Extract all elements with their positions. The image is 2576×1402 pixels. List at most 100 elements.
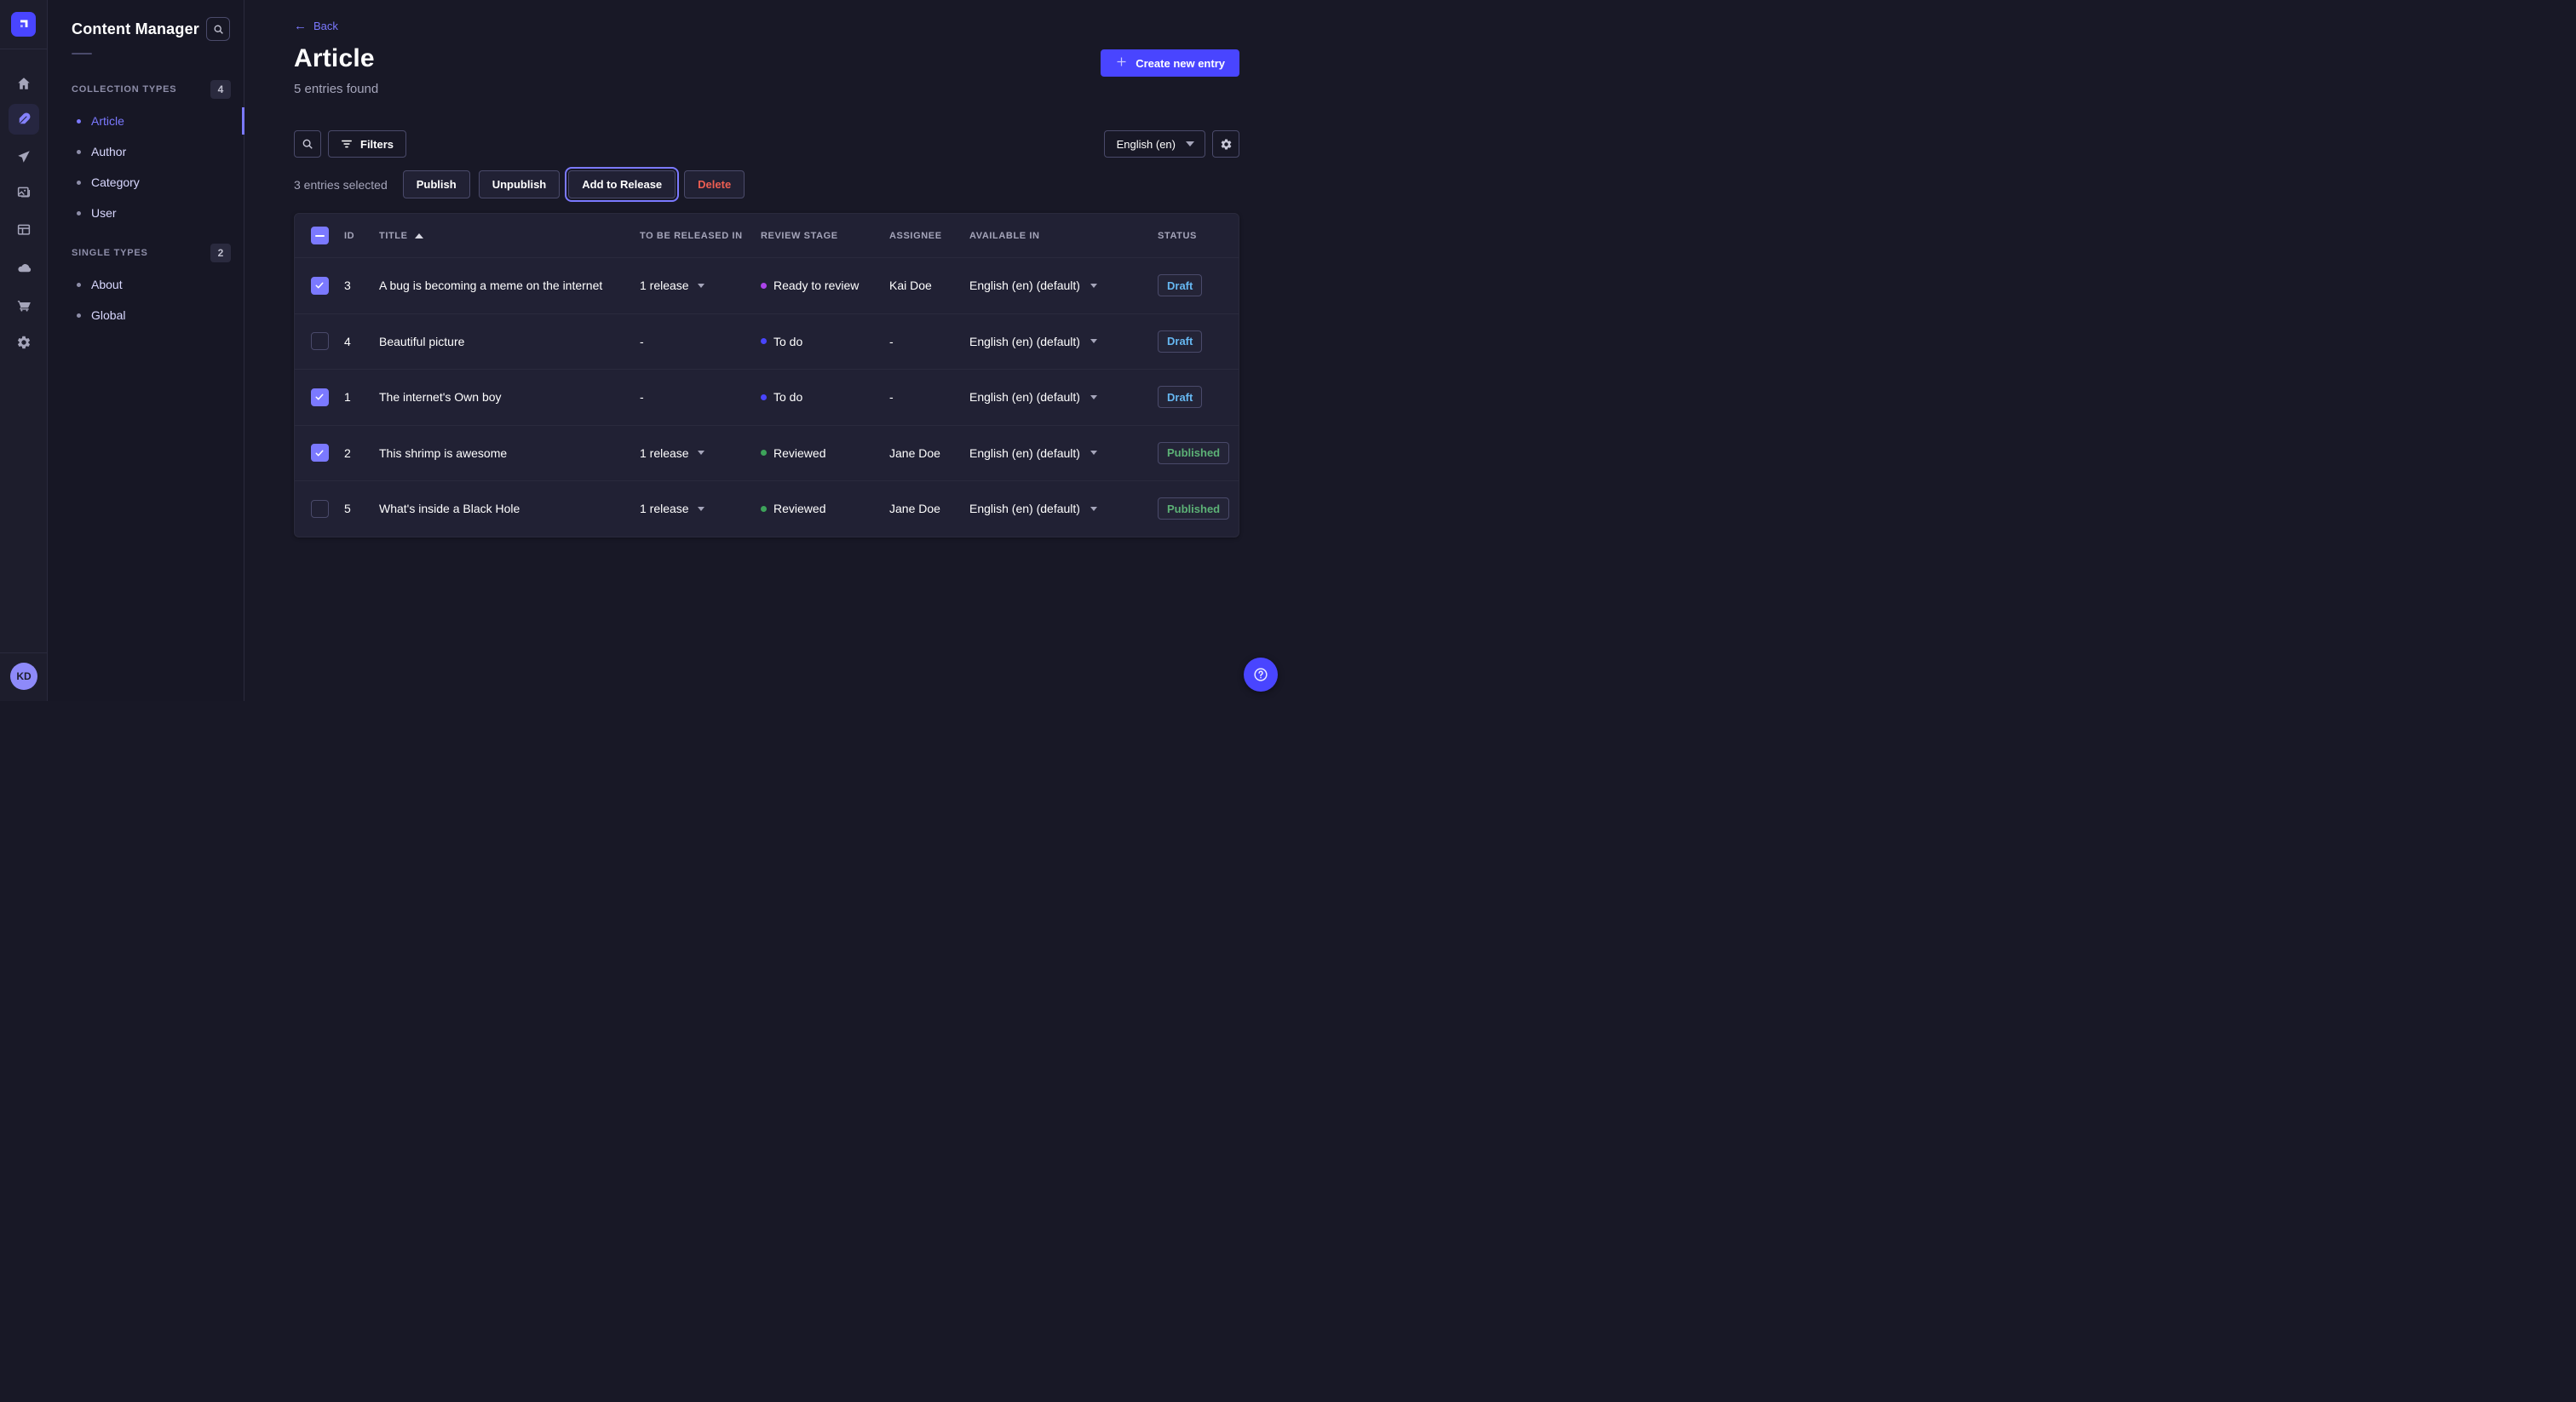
sidebar-item-label: Global (91, 308, 125, 322)
page-title: Article (294, 44, 1239, 73)
content-manager-sidebar: Content Manager COLLECTION TYPES 4 Artic… (48, 0, 244, 701)
cell-review-stage: To do (773, 390, 802, 404)
help-button[interactable] (1244, 658, 1278, 692)
chevron-down-icon (1090, 395, 1097, 399)
stage-dot-icon (761, 338, 767, 344)
marketplace-cart-icon[interactable] (9, 290, 39, 320)
row-checkbox[interactable] (311, 444, 329, 462)
indeterminate-dash-icon (315, 235, 325, 237)
chevron-down-icon (1090, 507, 1097, 511)
user-avatar[interactable]: KD (10, 663, 37, 690)
sidebar-item[interactable]: Category (48, 167, 244, 198)
table-row[interactable]: 1 The internet's Own boy - To do - Engli… (295, 369, 1239, 425)
content-type-builder-icon[interactable] (9, 215, 39, 245)
select-all-checkbox[interactable] (311, 227, 329, 244)
chevron-down-icon (1090, 339, 1097, 343)
cell-title: What's inside a Black Hole (379, 502, 640, 515)
row-checkbox[interactable] (311, 332, 329, 350)
deploy-cloud-icon[interactable] (9, 252, 39, 283)
app-window: KD Content Manager COLLECTION TYPES 4 Ar… (0, 0, 1288, 701)
cell-id: 5 (344, 502, 379, 515)
locale-select[interactable]: English (en) (1104, 130, 1205, 158)
section-items: Article Author Category User (48, 106, 244, 228)
bullet-icon (77, 211, 81, 215)
release-dropdown[interactable]: 1 release (640, 446, 704, 460)
row-checkbox[interactable] (311, 500, 329, 518)
row-checkbox[interactable] (311, 277, 329, 295)
available-in-dropdown[interactable]: English (en) (default) (969, 390, 1097, 404)
available-in-dropdown[interactable]: English (en) (default) (969, 446, 1097, 460)
chevron-down-icon (1186, 141, 1194, 147)
release-dropdown[interactable]: 1 release (640, 502, 704, 515)
stage-dot-icon (761, 450, 767, 456)
sidebar-title: Content Manager (72, 20, 199, 38)
strapi-logo-icon[interactable] (11, 12, 36, 37)
back-link[interactable]: ← Back (294, 20, 338, 32)
release-dropdown[interactable]: - (640, 335, 644, 348)
content-manager-icon[interactable] (9, 104, 39, 135)
list-search-button[interactable] (294, 130, 321, 158)
header-review-stage: REVIEW STAGE (761, 231, 889, 241)
list-settings-button[interactable] (1212, 130, 1239, 158)
available-in-dropdown[interactable]: English (en) (default) (969, 502, 1097, 515)
available-in-dropdown[interactable]: English (en) (default) (969, 335, 1097, 348)
releases-icon[interactable] (9, 141, 39, 172)
status-badge: Draft (1158, 386, 1202, 408)
cell-assignee: - (889, 390, 969, 404)
table-row[interactable]: 2 This shrimp is awesome 1 release Revie… (295, 425, 1239, 481)
delete-button[interactable]: Delete (684, 170, 745, 198)
back-arrow-icon: ← (294, 20, 307, 32)
home-icon[interactable] (9, 68, 39, 99)
entries-count: 5 entries found (294, 82, 1239, 96)
chevron-down-icon (698, 507, 704, 511)
sidebar-section: SINGLE TYPES 2 About Global (48, 237, 244, 330)
settings-gear-icon[interactable] (9, 327, 39, 358)
bullet-icon (77, 119, 81, 124)
filters-button[interactable]: Filters (328, 130, 406, 158)
header-id: ID (344, 231, 379, 241)
create-new-entry-button[interactable]: Create new entry (1101, 49, 1239, 77)
entries-table: ID TITLE TO BE RELEASED IN REVIEW STAGE … (294, 213, 1239, 537)
sidebar-item[interactable]: Author (48, 136, 244, 167)
release-value: 1 release (640, 446, 689, 460)
cell-title: This shrimp is awesome (379, 446, 640, 460)
row-checkbox[interactable] (311, 388, 329, 406)
sidebar-search-button[interactable] (206, 17, 230, 41)
stage-dot-icon (761, 283, 767, 289)
cell-review-stage: Reviewed (773, 446, 825, 460)
cell-id: 4 (344, 335, 379, 348)
release-value: - (640, 390, 644, 404)
sidebar-item[interactable]: User (48, 198, 244, 228)
available-in-dropdown[interactable]: English (en) (default) (969, 279, 1097, 292)
cell-review-stage: Reviewed (773, 502, 825, 515)
available-value: English (en) (default) (969, 502, 1080, 515)
cell-id: 3 (344, 279, 379, 292)
sidebar-item[interactable]: Global (48, 300, 244, 330)
available-value: English (en) (default) (969, 335, 1080, 348)
section-label: COLLECTION TYPES (72, 84, 176, 95)
section-count-badge: 2 (210, 244, 231, 262)
release-dropdown[interactable]: - (640, 390, 644, 404)
header-status: STATUS (1158, 231, 1239, 241)
add-to-release-button[interactable]: Add to Release (568, 170, 676, 198)
chevron-down-icon (698, 451, 704, 455)
available-value: English (en) (default) (969, 390, 1080, 404)
main-content: ← Back Article 5 entries found Create ne… (244, 0, 1288, 701)
table-body: 3 A bug is becoming a meme on the intern… (295, 257, 1239, 537)
unpublish-button[interactable]: Unpublish (479, 170, 561, 198)
release-dropdown[interactable]: 1 release (640, 279, 704, 292)
publish-button[interactable]: Publish (403, 170, 470, 198)
header-title[interactable]: TITLE (379, 231, 640, 241)
stage-dot-icon (761, 506, 767, 512)
available-value: English (en) (default) (969, 446, 1080, 460)
table-row[interactable]: 4 Beautiful picture - To do - English (e… (295, 313, 1239, 370)
media-library-icon[interactable] (9, 177, 39, 208)
cell-id: 2 (344, 446, 379, 460)
sidebar-item[interactable]: About (48, 269, 244, 300)
bullet-icon (77, 313, 81, 318)
table-row[interactable]: 5 What's inside a Black Hole 1 release R… (295, 480, 1239, 537)
table-row[interactable]: 3 A bug is becoming a meme on the intern… (295, 257, 1239, 313)
sidebar-item[interactable]: Article (48, 106, 244, 136)
section-count-badge: 4 (210, 80, 231, 99)
rail-bottom-divider (0, 652, 48, 653)
